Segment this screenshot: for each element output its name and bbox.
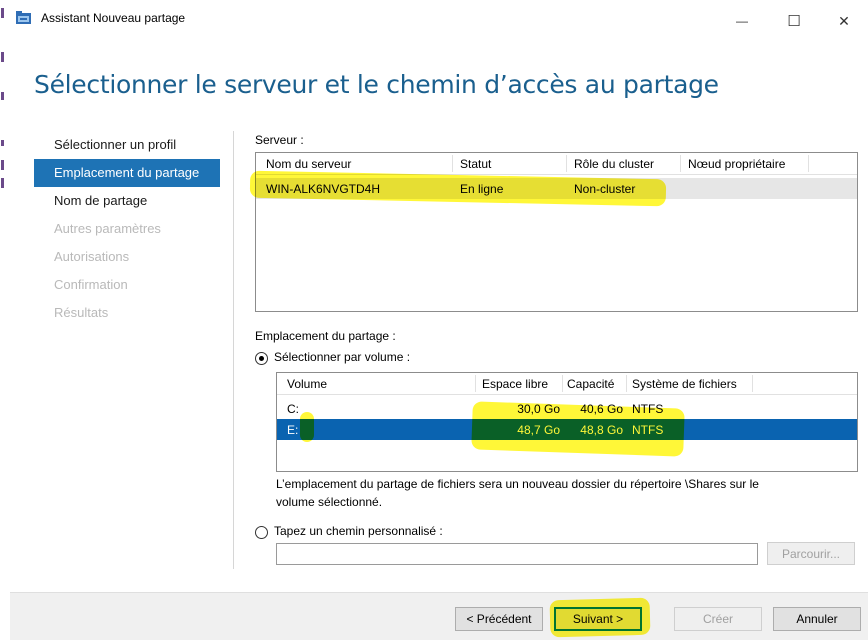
location-info-line-2: volume sélectionné. [276, 495, 383, 509]
column-header[interactable]: Capacité [567, 377, 614, 391]
next-button[interactable]: Suivant > [554, 607, 642, 631]
nav-step-results: Résultats [34, 299, 220, 327]
create-button[interactable]: Créer [674, 607, 762, 631]
window-title: Assistant Nouveau partage [41, 11, 186, 25]
free-space-cell: 48,7 Go [517, 423, 560, 437]
nav-step-label: Sélectionner un profil [54, 137, 177, 152]
previous-button[interactable]: < Précédent [455, 607, 543, 631]
close-button[interactable]: ✕ [824, 6, 864, 36]
filesystem-cell: NTFS [632, 402, 664, 416]
next-button-label: Suivant > [572, 612, 624, 626]
custom-path-label[interactable]: Tapez un chemin personnalisé : [274, 524, 443, 538]
minimize-button[interactable]: — [722, 6, 762, 36]
capacity-cell: 48,8 Go [580, 423, 623, 437]
share-folder-icon [16, 11, 32, 25]
maximize-button[interactable]: ☐ [774, 6, 814, 36]
close-icon: ✕ [838, 12, 850, 29]
cancel-button-label: Annuler [796, 612, 838, 626]
server-list-header: Nom du serveur Statut Rôle du cluster Nœ… [256, 153, 857, 175]
nav-step-label: Emplacement du partage [54, 165, 200, 180]
title-bar: Assistant Nouveau partage — ☐ ✕ [10, 0, 868, 44]
column-header[interactable]: Statut [460, 157, 491, 171]
nav-step-share-name[interactable]: Nom de partage [34, 187, 220, 215]
server-status-cell: En ligne [460, 182, 504, 196]
capacity-cell: 40,6 Go [580, 402, 623, 416]
column-header[interactable]: Volume [287, 377, 327, 391]
previous-button-label: < Précédent [466, 612, 532, 626]
nav-step-label: Résultats [54, 305, 109, 320]
create-button-label: Créer [702, 612, 733, 626]
volume-row-selected[interactable]: E: 48,7 Go 48,8 Go NTFS [277, 419, 857, 440]
column-header[interactable]: Nom du serveur [266, 157, 351, 171]
filesystem-cell: NTFS [632, 423, 664, 437]
nav-step-label: Nom de partage [54, 193, 148, 208]
column-header[interactable]: Rôle du cluster [574, 157, 654, 171]
volume-cell: C: [287, 402, 299, 416]
location-info-line-1: L’emplacement du partage de fichiers ser… [276, 477, 759, 491]
nav-step-label: Confirmation [54, 277, 128, 292]
browse-button[interactable]: Parcourir... [767, 542, 855, 565]
nav-divider [233, 131, 234, 569]
wizard-window: Assistant Nouveau partage — ☐ ✕ Sélectio… [10, 0, 868, 640]
nav-step-permissions: Autorisations [34, 243, 220, 271]
custom-path-radio[interactable] [255, 526, 268, 539]
column-header[interactable]: Nœud propriétaire [688, 157, 785, 171]
browse-button-label: Parcourir... [781, 546, 841, 561]
server-list[interactable]: Nom du serveur Statut Rôle du cluster Nœ… [255, 152, 858, 312]
nav-step-label: Autres paramètres [54, 221, 161, 236]
volume-list[interactable]: Volume Espace libre Capacité Système de … [276, 372, 858, 472]
select-by-volume-radio[interactable] [255, 352, 268, 365]
select-by-volume-label[interactable]: Sélectionner par volume : [274, 350, 410, 364]
server-row[interactable]: WIN-ALK6NVGTD4H En ligne Non-cluster [256, 178, 857, 199]
cancel-button[interactable]: Annuler [773, 607, 861, 631]
nav-step-other-settings: Autres paramètres [34, 215, 220, 243]
server-role-cell: Non-cluster [574, 182, 636, 196]
volume-row[interactable]: C: 30,0 Go 40,6 Go NTFS [277, 398, 857, 419]
nav-step-confirmation: Confirmation [34, 271, 220, 299]
column-header[interactable]: Espace libre [482, 377, 548, 391]
free-space-cell: 30,0 Go [517, 402, 560, 416]
page-title: Sélectionner le serveur et le chemin d’a… [34, 70, 719, 99]
share-location-label: Emplacement du partage : [255, 329, 396, 343]
column-header[interactable]: Système de fichiers [632, 377, 737, 391]
server-label: Serveur : [255, 133, 304, 147]
nav-step-share-location[interactable]: Emplacement du partage [34, 159, 220, 187]
minimize-icon: — [736, 14, 748, 28]
maximize-icon: ☐ [787, 13, 801, 30]
volume-cell: E: [287, 423, 299, 437]
server-name-cell: WIN-ALK6NVGTD4H [266, 182, 381, 196]
nav-step-label: Autorisations [54, 249, 130, 264]
background-window-edge [0, 0, 7, 639]
custom-path-input[interactable] [276, 543, 758, 565]
volume-list-header: Volume Espace libre Capacité Système de … [277, 373, 857, 395]
wizard-steps-nav: Sélectionner un profil Emplacement du pa… [34, 131, 220, 327]
nav-step-select-profile[interactable]: Sélectionner un profil [34, 131, 220, 159]
